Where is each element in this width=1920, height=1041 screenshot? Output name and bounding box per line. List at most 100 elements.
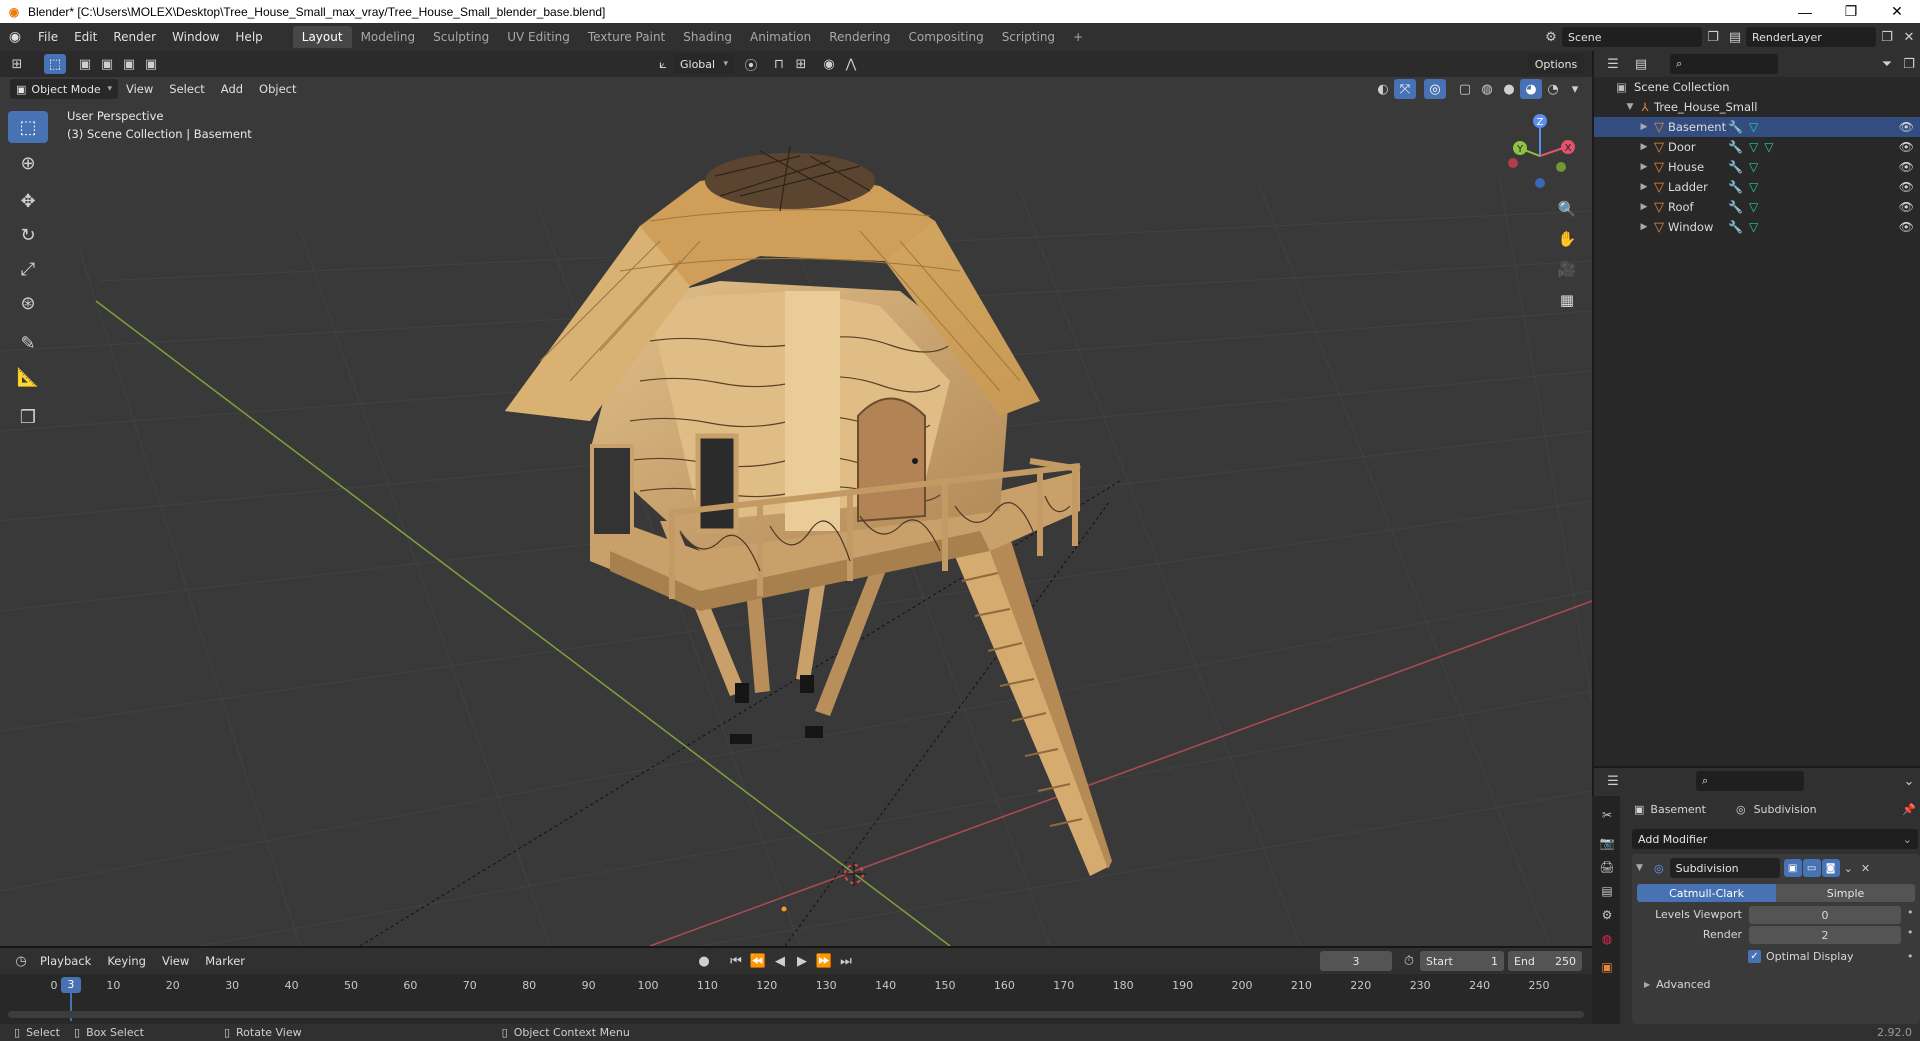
- expand-icon[interactable]: ▶: [1638, 162, 1650, 172]
- menu-render[interactable]: Render: [105, 30, 164, 44]
- tab-layout[interactable]: Layout: [292, 26, 352, 48]
- cursor-tool[interactable]: ⊕: [8, 147, 48, 179]
- pin-icon[interactable]: 📌: [1902, 803, 1916, 816]
- maximize-button[interactable]: ❐: [1828, 0, 1874, 23]
- outliner-object-row[interactable]: ▶ ▽ Door 🔧 ▽ ▽ 👁: [1594, 137, 1920, 157]
- mesh-data-icon[interactable]: ▽: [1749, 140, 1758, 154]
- tab-modeling[interactable]: Modeling: [352, 26, 425, 48]
- viewport-menu-select[interactable]: Select: [161, 82, 212, 96]
- outliner-search-input[interactable]: ⌕: [1670, 54, 1778, 74]
- outliner-object-row[interactable]: ▶ ▽ House 🔧 ▽ 👁: [1594, 157, 1920, 177]
- remove-modifier-icon[interactable]: ✕: [1861, 862, 1870, 875]
- tab-compositing[interactable]: Compositing: [899, 26, 992, 48]
- record-icon[interactable]: ●: [693, 951, 715, 971]
- solid-shading-icon[interactable]: ●: [1498, 79, 1520, 99]
- material-preview-icon[interactable]: ◕: [1520, 79, 1542, 99]
- zoom-icon[interactable]: 🔍: [1554, 196, 1580, 222]
- menu-edit[interactable]: Edit: [66, 30, 105, 44]
- scene-tab-icon[interactable]: ⚙: [1598, 906, 1616, 924]
- tab-uv-editing[interactable]: UV Editing: [498, 26, 579, 48]
- ortho-grid-icon[interactable]: ▦: [1554, 287, 1580, 313]
- mesh-data-icon[interactable]: ▽: [1764, 140, 1773, 154]
- blender-menu-icon[interactable]: ◉: [0, 29, 30, 45]
- timeline-menu-playback[interactable]: Playback: [32, 954, 99, 968]
- timeline-menu-keying[interactable]: Keying: [99, 954, 154, 968]
- tab-animation[interactable]: Animation: [741, 26, 820, 48]
- view-layer-tab-icon[interactable]: ▤: [1598, 882, 1616, 900]
- gizmo-toggle-icon[interactable]: ⤧: [1394, 79, 1416, 99]
- modifier-wrench-icon[interactable]: 🔧: [1728, 200, 1743, 214]
- visibility-icon[interactable]: ◐: [1372, 79, 1394, 99]
- keyframe-dot-icon[interactable]: •: [1907, 950, 1914, 963]
- add-workspace-button[interactable]: +: [1064, 26, 1092, 48]
- view-layer-icon[interactable]: ▤: [1724, 27, 1746, 47]
- viewport-menu-object[interactable]: Object: [251, 82, 304, 96]
- display-mode-icon[interactable]: ▤: [1630, 54, 1652, 74]
- select-mode-subtract-icon[interactable]: ▣: [118, 54, 140, 74]
- scene-icon[interactable]: ⚙: [1540, 27, 1562, 47]
- select-mode-new-icon[interactable]: ▣: [74, 54, 96, 74]
- camera-icon[interactable]: 🎥: [1554, 256, 1580, 282]
- rotate-tool[interactable]: ↻: [8, 219, 48, 251]
- viewport-menu-view[interactable]: View: [118, 82, 161, 96]
- transform-orientation-dropdown[interactable]: Global ▾: [674, 54, 734, 74]
- view-layer-selector[interactable]: RenderLayer: [1746, 27, 1876, 47]
- outliner-object-row[interactable]: ▶ ▽ Window 🔧 ▽ 👁: [1594, 217, 1920, 237]
- expand-icon[interactable]: ▼: [1624, 102, 1636, 112]
- outliner-object-row[interactable]: ▶ ▽ Ladder 🔧 ▽ 👁: [1594, 177, 1920, 197]
- render-tab-icon[interactable]: 📷: [1598, 834, 1616, 852]
- checkbox-checked-icon[interactable]: ✓: [1748, 950, 1761, 963]
- proportional-edit-icon[interactable]: ◉: [818, 54, 840, 74]
- eye-icon[interactable]: 👁: [1899, 220, 1914, 234]
- outliner-object-row[interactable]: ▶ ▽ Roof 🔧 ▽ 👁: [1594, 197, 1920, 217]
- outliner-object-row[interactable]: ▶ ▽ Basement 🔧 ▽ 👁: [1594, 117, 1920, 137]
- timeline-menu-view[interactable]: View: [154, 954, 197, 968]
- snap-icon[interactable]: ⊓: [768, 54, 790, 74]
- modifier-name-field[interactable]: Subdivision: [1669, 858, 1780, 878]
- minimize-button[interactable]: —: [1782, 0, 1828, 23]
- tab-scripting[interactable]: Scripting: [993, 26, 1064, 48]
- new-scene-icon[interactable]: ❐: [1702, 27, 1724, 47]
- keyframe-dot-icon[interactable]: •: [1907, 926, 1914, 939]
- xray-icon[interactable]: ▢: [1454, 79, 1476, 99]
- tool-tab-icon[interactable]: ✂: [1598, 806, 1616, 824]
- outliner-editor-type-icon[interactable]: ☰: [1602, 54, 1624, 74]
- next-keyframe-icon[interactable]: ⏩: [813, 951, 835, 971]
- menu-window[interactable]: Window: [164, 30, 227, 44]
- viewport-toggle-icon[interactable]: ▭: [1802, 859, 1821, 877]
- world-tab-icon[interactable]: ◍: [1598, 930, 1616, 948]
- mesh-data-icon[interactable]: ▽: [1749, 160, 1758, 174]
- viewport-menu-add[interactable]: Add: [213, 82, 251, 96]
- modifier-wrench-icon[interactable]: 🔧: [1728, 140, 1743, 154]
- scale-tool[interactable]: ⤢: [8, 253, 48, 285]
- tab-sculpting[interactable]: Sculpting: [424, 26, 498, 48]
- navigation-gizmo[interactable]: Z X Y: [1500, 111, 1580, 191]
- chevron-down-icon[interactable]: ⌄: [1898, 771, 1920, 791]
- falloff-icon[interactable]: ⋀: [840, 54, 862, 74]
- new-collection-icon[interactable]: ❐: [1898, 54, 1920, 74]
- transform-orientation-icon[interactable]: ⟀: [652, 54, 674, 74]
- eye-icon[interactable]: 👁: [1899, 140, 1914, 154]
- expand-icon[interactable]: ▶: [1638, 142, 1650, 152]
- shading-options-icon[interactable]: ▾: [1564, 79, 1586, 99]
- annotate-tool[interactable]: ✎: [8, 327, 48, 359]
- select-mode-intersect-icon[interactable]: ▣: [140, 54, 162, 74]
- prev-keyframe-icon[interactable]: ⏪: [747, 951, 769, 971]
- snap-target-icon[interactable]: ⊞: [790, 54, 812, 74]
- outliner-scene-collection[interactable]: ▣ Scene Collection: [1594, 77, 1920, 97]
- playhead[interactable]: 3: [60, 977, 81, 993]
- pan-hand-icon[interactable]: ✋: [1554, 226, 1580, 252]
- add-cube-tool[interactable]: ❒: [8, 401, 48, 433]
- close-button[interactable]: ✕: [1874, 0, 1920, 23]
- tab-texture-paint[interactable]: Texture Paint: [579, 26, 674, 48]
- mesh-data-icon[interactable]: ▽: [1749, 200, 1758, 214]
- jump-end-icon[interactable]: ⏭: [835, 951, 857, 971]
- collapse-icon[interactable]: ▼: [1636, 863, 1648, 873]
- expand-icon[interactable]: ▶: [1638, 182, 1650, 192]
- eye-icon[interactable]: 👁: [1899, 120, 1914, 134]
- timeline-menu-marker[interactable]: Marker: [197, 954, 253, 968]
- simple-option[interactable]: Simple: [1776, 884, 1915, 902]
- menu-help[interactable]: Help: [227, 30, 270, 44]
- rendered-shading-icon[interactable]: ◔: [1542, 79, 1564, 99]
- levels-viewport-field[interactable]: 0: [1749, 906, 1901, 924]
